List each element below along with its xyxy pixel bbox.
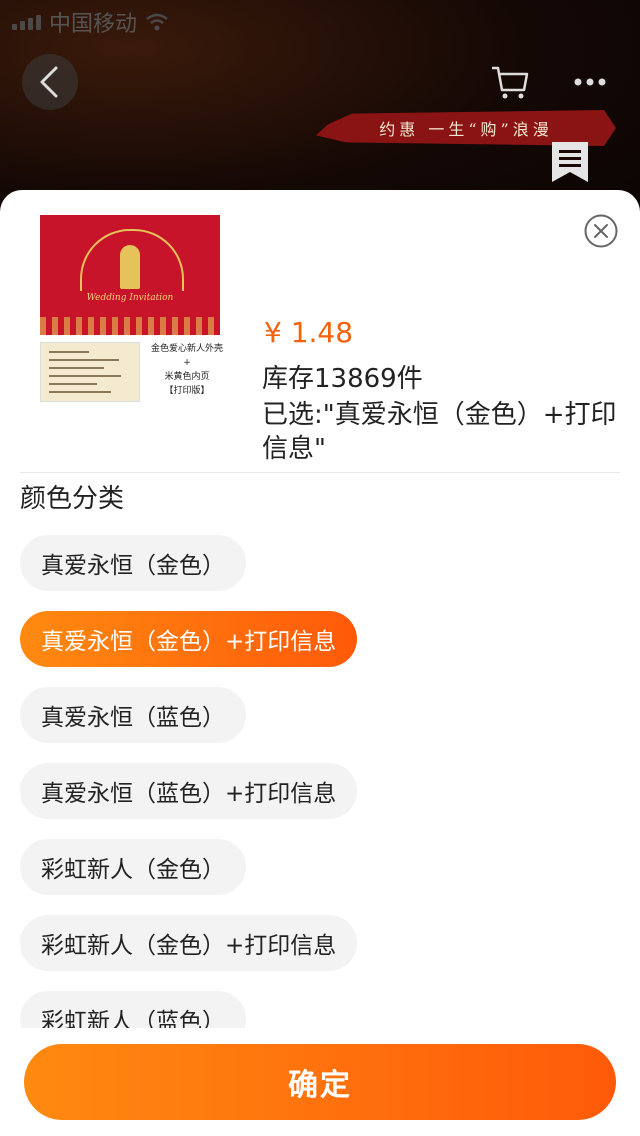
sku-option[interactable]: 彩虹新人（蓝色）: [20, 991, 246, 1028]
product-thumbnail[interactable]: Wedding Invitation 金色爱心新人外壳 + 米黄色内页 【打印版…: [36, 212, 230, 402]
confirm-button[interactable]: 确定: [24, 1044, 616, 1120]
wifi-icon: [146, 13, 168, 31]
sku-option[interactable]: 彩虹新人（金色）+打印信息: [20, 915, 358, 971]
close-button[interactable]: [584, 214, 618, 248]
price-label: ¥ 1.48: [264, 316, 354, 349]
divider: [20, 472, 620, 473]
section-title-color: 颜色分类: [20, 484, 125, 514]
sku-option[interactable]: 真爱永恒（蓝色）+打印信息: [20, 763, 358, 819]
more-button[interactable]: [570, 70, 610, 94]
selected-sku-label: 已选:"真爱永恒（金色）+打印信息": [262, 400, 617, 464]
sku-option[interactable]: 真爱永恒（蓝色）: [20, 687, 246, 743]
stock-label: 库存13869件: [262, 364, 423, 394]
product-caption: 金色爱心新人外壳 + 米黄色内页 【打印版】: [150, 344, 223, 396]
signal-icon: [12, 14, 41, 30]
cart-button[interactable]: [490, 62, 530, 102]
sku-option[interactable]: 彩虹新人（金色）: [20, 839, 246, 895]
sku-options-list[interactable]: 真爱永恒（金色） 真爱永恒（金色）+打印信息 真爱永恒（蓝色） 真爱永恒（蓝色）…: [0, 530, 640, 1028]
more-icon: [574, 78, 606, 86]
close-icon: [584, 214, 618, 248]
chevron-left-icon: [40, 66, 58, 98]
invitation-cover-image: Wedding Invitation: [40, 215, 220, 335]
carrier-label: 中国移动: [49, 12, 138, 37]
back-button[interactable]: [22, 54, 78, 110]
invitation-inner-image: [40, 342, 140, 402]
sku-option[interactable]: 真爱永恒（金色）: [20, 535, 246, 591]
bookmark-button[interactable]: [550, 140, 590, 184]
bookmark-icon: [552, 142, 588, 182]
cart-icon: [492, 66, 529, 99]
status-bar: 中国移动: [12, 6, 169, 38]
invitation-text: Wedding Invitation: [86, 293, 174, 303]
sku-option-selected[interactable]: 真爱永恒（金色）+打印信息: [20, 611, 358, 667]
